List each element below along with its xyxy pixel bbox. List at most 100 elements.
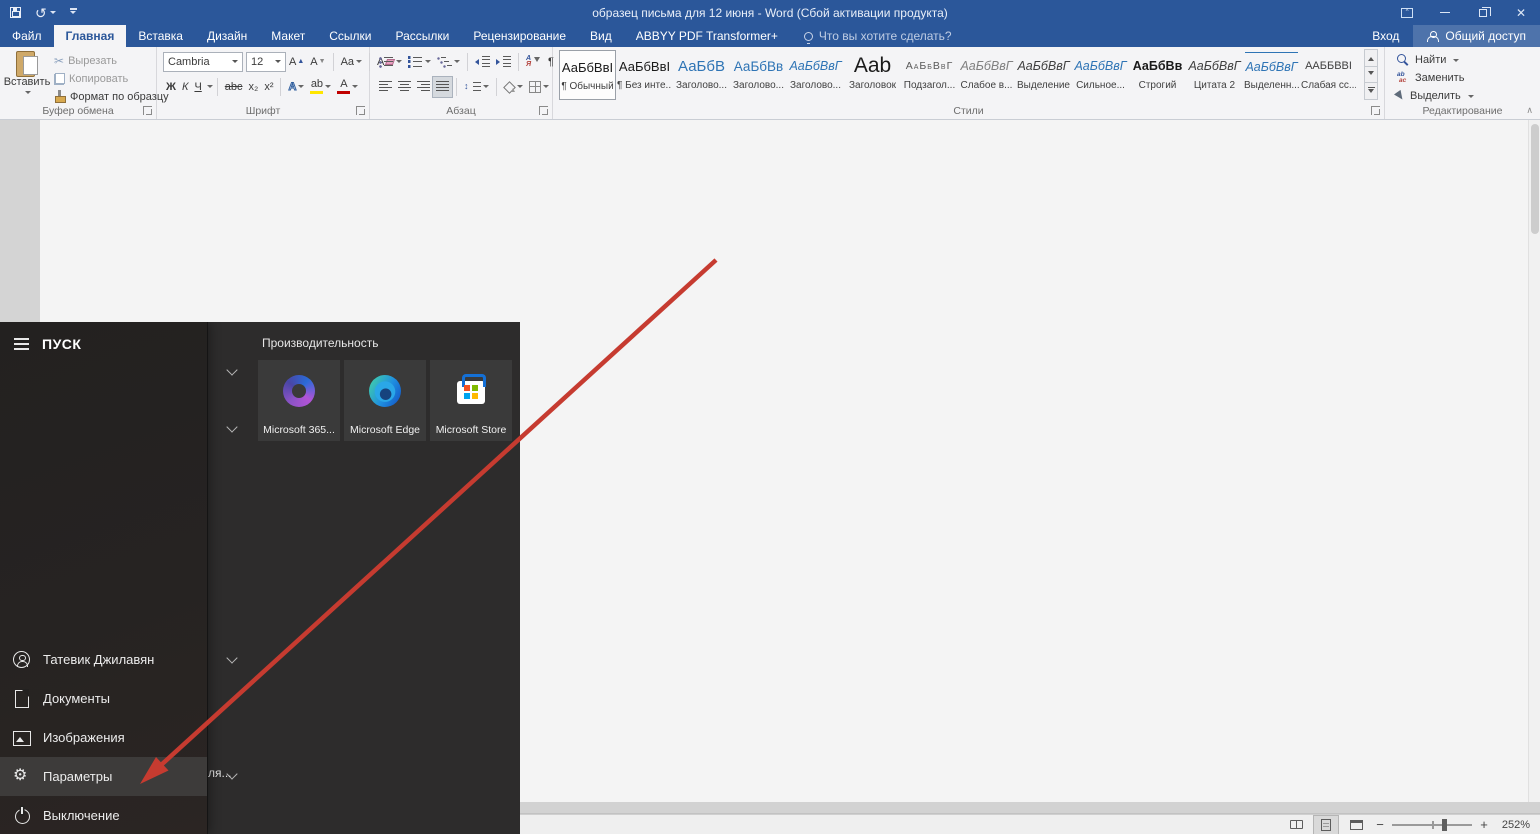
replace-button[interactable]: Заменить (1397, 70, 1464, 86)
italic-button[interactable]: К (179, 77, 191, 97)
hamburger-icon[interactable] (14, 338, 29, 350)
ribbon-tab[interactable]: Вставка (126, 25, 195, 47)
restore-icon[interactable] (1464, 0, 1502, 25)
strikethrough-button[interactable]: abc (222, 77, 246, 97)
find-button[interactable]: Найти (1397, 52, 1459, 68)
format-painter-button[interactable]: Формат по образцу (54, 88, 169, 105)
style-item[interactable]: АаБбВвГ Заголово... (787, 50, 844, 100)
start-sidebar-item[interactable]: Параметры (0, 757, 207, 796)
font-size-combo[interactable]: 12 (246, 52, 286, 72)
start-sidebar-item[interactable]: Выключение (0, 796, 207, 834)
line-spacing-button[interactable]: ↕ (461, 77, 492, 97)
style-item[interactable]: АаБбВвГ Выделение (1015, 50, 1072, 100)
style-item[interactable]: АаБбВвI ¶ Обычный (559, 50, 616, 100)
style-item[interactable]: АаБбВв Строгий (1129, 50, 1186, 100)
ribbon-tab[interactable]: Рецензирование (461, 25, 578, 47)
align-center-button[interactable] (395, 77, 414, 97)
style-item[interactable]: АаБбВ Заголово... (673, 50, 730, 100)
ribbon-tab[interactable]: Ссылки (317, 25, 383, 47)
ribbon-tab[interactable]: Главная (54, 25, 127, 47)
undo-icon[interactable]: ↺ (35, 7, 56, 19)
change-case-button[interactable]: Aa (338, 52, 365, 72)
text-effects-button[interactable]: A (285, 77, 307, 97)
ribbon-tab[interactable]: Рассылки (384, 25, 462, 47)
style-item[interactable]: АаБбВвГ Сильное... (1072, 50, 1129, 100)
zoom-slider[interactable] (1392, 818, 1472, 832)
zoom-level[interactable]: 252% (1496, 819, 1530, 831)
vertical-scrollbar[interactable] (1528, 120, 1540, 802)
font-color-button[interactable]: A (334, 77, 361, 97)
ribbon-tab[interactable]: Макет (259, 25, 317, 47)
style-item[interactable]: АаБбВвГ Подзагол... (901, 50, 958, 100)
superscript-button[interactable]: x² (261, 77, 276, 97)
subscript-button[interactable]: x₂ (246, 77, 262, 97)
dialog-launcher-icon[interactable] (143, 106, 152, 115)
borders-button[interactable] (526, 77, 552, 97)
ribbon-tab[interactable]: Файл (0, 25, 54, 47)
multilevel-list-button[interactable] (434, 52, 463, 72)
start-sidebar-item[interactable]: Изображения (0, 718, 207, 757)
styles-scroll-down-button[interactable] (1364, 66, 1378, 84)
start-tile[interactable]: Microsoft 365... (258, 360, 340, 441)
start-tile[interactable]: Microsoft Edge (344, 360, 426, 441)
style-item[interactable]: Aab Заголовок (844, 50, 901, 100)
vertical-scrollbar-thumb[interactable] (1531, 124, 1539, 234)
dialog-launcher-icon[interactable] (539, 106, 548, 115)
bold-button[interactable]: Ж (163, 77, 179, 97)
highlight-button[interactable]: ab (307, 77, 334, 97)
ribbon-display-options-icon[interactable]: ^ (1388, 0, 1426, 25)
shading-button[interactable] (501, 77, 526, 97)
numbering-button[interactable] (405, 52, 434, 72)
align-center-icon (398, 81, 411, 92)
underline-button[interactable]: Ч (191, 77, 204, 97)
style-item[interactable]: АаБбВвГ Цитата 2 (1186, 50, 1243, 100)
applist-truncated-item[interactable]: ля... (208, 766, 232, 780)
increase-indent-button[interactable] (493, 52, 514, 72)
zoom-in-button[interactable]: + (1478, 817, 1490, 832)
zoom-slider-thumb[interactable] (1442, 819, 1447, 831)
collapse-ribbon-icon[interactable]: ∧ (1526, 105, 1533, 116)
style-item[interactable]: АаБбВвГ Выделенн... (1243, 50, 1300, 100)
select-button[interactable]: Выделить (1397, 88, 1474, 104)
copy-button[interactable]: Копировать (54, 70, 128, 87)
sign-in-button[interactable]: Вход (1358, 25, 1413, 47)
sort-button[interactable] (523, 52, 545, 72)
font-name-combo[interactable]: Cambria (163, 52, 243, 72)
align-left-button[interactable] (376, 77, 395, 97)
applist-chevron-down-icon[interactable] (226, 421, 237, 432)
cut-button[interactable]: ✂ Вырезать (54, 52, 117, 69)
ribbon-tab[interactable]: ABBYY PDF Transformer+ (624, 25, 790, 47)
share-button[interactable]: Общий доступ (1413, 25, 1540, 47)
customize-qat-icon[interactable] (70, 8, 77, 17)
style-item[interactable]: ААББВВI Слабая сс... (1300, 50, 1357, 100)
ribbon-tab[interactable]: Дизайн (195, 25, 259, 47)
save-icon[interactable] (10, 7, 21, 18)
applist-chevron-down-icon[interactable] (226, 652, 237, 663)
style-item[interactable]: АаБбВвI ¶ Без инте... (616, 50, 673, 100)
applist-chevron-down-icon[interactable] (226, 364, 237, 375)
style-item[interactable]: АаБбВв Заголово... (730, 50, 787, 100)
web-layout-button[interactable] (1344, 816, 1368, 834)
justify-button[interactable] (433, 77, 452, 97)
dialog-launcher-icon[interactable] (356, 106, 365, 115)
start-sidebar-item[interactable]: Документы (0, 679, 207, 718)
start-sidebar-item[interactable]: Татевик Джилавян (0, 640, 207, 679)
grow-font-button[interactable]: A▲ (286, 52, 307, 72)
close-icon[interactable]: ✕ (1502, 0, 1540, 25)
styles-more-button[interactable] (1364, 82, 1378, 100)
dialog-launcher-icon[interactable] (1371, 106, 1380, 115)
shrink-font-button[interactable]: A▼ (307, 52, 328, 72)
start-tile[interactable]: Microsoft Store (430, 360, 512, 441)
minimize-icon[interactable] (1426, 0, 1464, 25)
style-item[interactable]: АаБбВвГ Слабое в... (958, 50, 1015, 100)
print-layout-button[interactable] (1314, 816, 1338, 834)
align-right-button[interactable] (414, 77, 433, 97)
tell-me-box[interactable]: Что вы хотите сделать? (790, 25, 952, 47)
read-mode-button[interactable] (1284, 816, 1308, 834)
decrease-indent-button[interactable] (472, 52, 493, 72)
ribbon-tab[interactable]: Вид (578, 25, 624, 47)
zoom-out-button[interactable]: − (1374, 817, 1386, 832)
styles-scroll-up-button[interactable] (1364, 49, 1378, 67)
paste-button[interactable]: Вставить (5, 50, 49, 104)
bullets-button[interactable] (376, 52, 405, 72)
